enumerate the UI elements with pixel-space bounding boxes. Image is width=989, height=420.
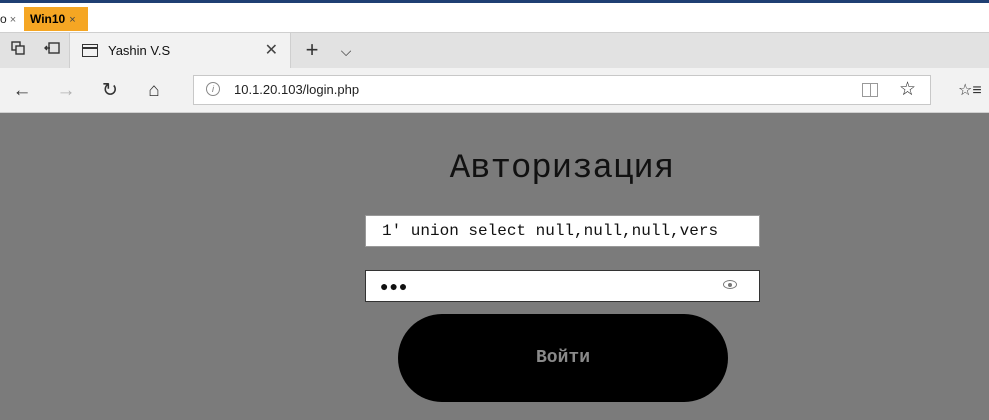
info-icon[interactable]: i [206, 82, 220, 96]
star-icon[interactable]: ☆ [899, 76, 916, 104]
username-input[interactable]: 1' union select null,null,null,vers [365, 215, 760, 247]
forward-button[interactable]: → [52, 68, 80, 113]
navigation-bar: ← → ↻ ⌂ i 10.1.20.103/login.php ☆ ☆≡ [0, 68, 989, 113]
page-icon [82, 44, 98, 57]
vm-tab-label: o [0, 12, 7, 26]
password-input[interactable]: ●●● [365, 270, 760, 302]
reading-view-icon[interactable] [862, 83, 878, 97]
vm-tab-strip: o × Win10 × [0, 0, 989, 32]
tab-title: Yashin V.S [108, 43, 171, 58]
close-icon[interactable]: × [10, 14, 16, 26]
vm-tab-label: Win10 [30, 12, 66, 26]
login-page: Авторизация 1' union select null,null,nu… [0, 113, 989, 420]
back-button[interactable]: ← [8, 68, 36, 113]
page-title: Авторизация [449, 150, 675, 188]
eye-icon[interactable] [723, 280, 737, 289]
favorites-hub-icon[interactable]: ☆≡ [958, 68, 982, 113]
home-button[interactable]: ⌂ [140, 68, 168, 113]
tabs-aside-icon[interactable] [6, 33, 30, 69]
close-icon[interactable]: ✕ [265, 33, 278, 69]
address-bar[interactable]: i 10.1.20.103/login.php ☆ [193, 75, 931, 105]
tab-yashin[interactable]: Yashin V.S ✕ [69, 33, 291, 69]
refresh-button[interactable]: ↻ [96, 68, 124, 113]
new-tab-button[interactable]: + [300, 33, 324, 69]
browser-tab-bar: Yashin V.S ✕ + ⌵ [0, 32, 989, 69]
password-value: ●●● [380, 278, 409, 294]
vm-tab-previous[interactable]: o × [0, 7, 22, 31]
restore-tabs-icon[interactable] [40, 33, 64, 69]
chevron-down-icon[interactable]: ⌵ [336, 33, 356, 69]
vm-tab-win10[interactable]: Win10 × [24, 7, 88, 31]
close-icon[interactable]: × [69, 14, 75, 26]
url-text[interactable]: 10.1.20.103/login.php [234, 76, 359, 104]
login-button[interactable]: Войти [398, 314, 728, 402]
